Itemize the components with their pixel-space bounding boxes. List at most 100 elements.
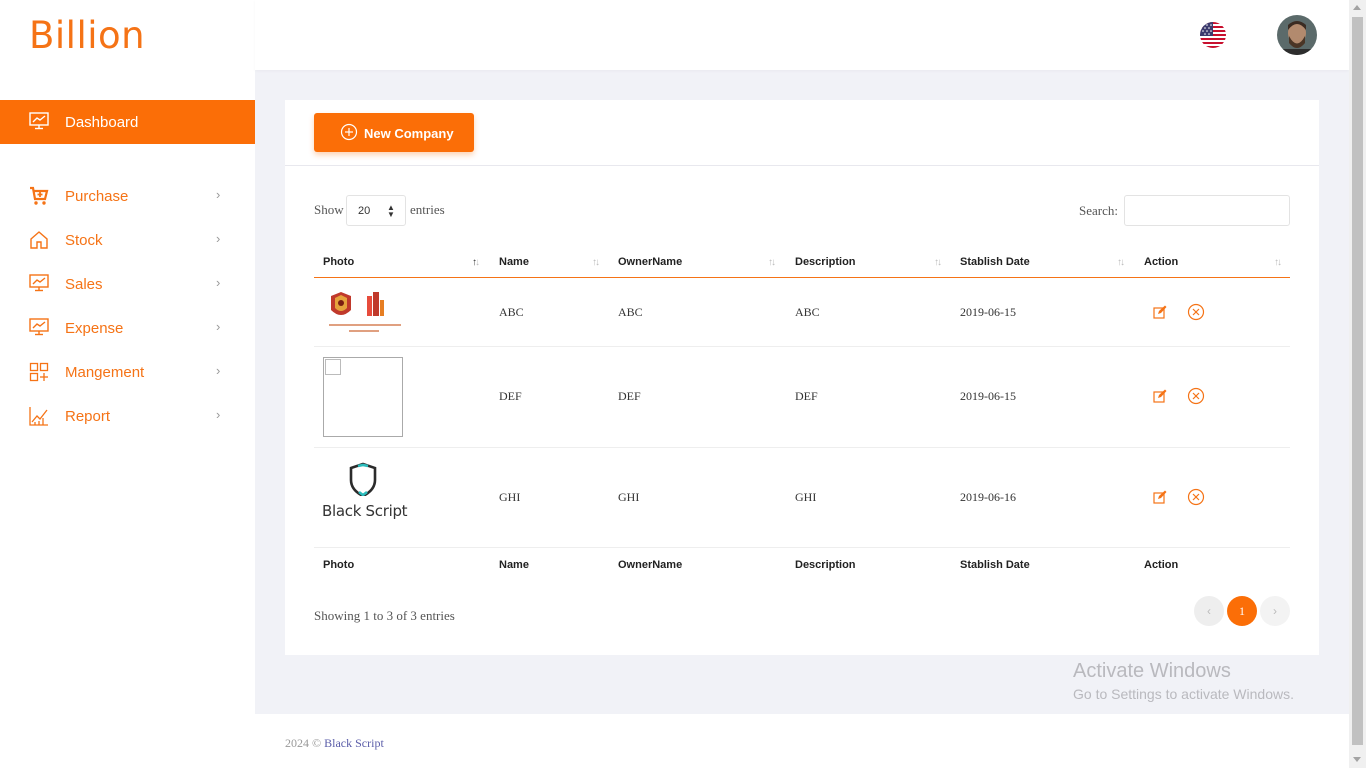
sidebar-item-label: Stock	[65, 232, 103, 249]
broken-image-icon	[323, 357, 403, 437]
chevron-right-icon: ›	[216, 231, 221, 246]
footer-link[interactable]: Black Script	[324, 736, 384, 750]
line-chart-icon	[29, 406, 49, 431]
table-info: Showing 1 to 3 of 3 entries	[314, 608, 455, 623]
cell-date: 2019-06-16	[960, 490, 1016, 504]
chart-monitor-icon	[29, 112, 49, 135]
sort-icon[interactable]: ↑↓	[768, 257, 776, 268]
cell-owner: GHI	[618, 490, 640, 504]
chart-monitor-icon	[29, 318, 49, 341]
sort-icon[interactable]: ↑↓	[472, 257, 480, 268]
cell-name: DEF	[499, 389, 522, 403]
black-script-logo: Black Script	[321, 462, 408, 522]
company-card: New Company Show 20 ▲ ▼ entries Search: P…	[285, 100, 1319, 655]
new-company-button[interactable]: New Company	[314, 113, 474, 152]
brand-logo[interactable]: Billion	[29, 14, 145, 57]
chart-monitor-icon	[29, 274, 49, 297]
edit-icon[interactable]	[1153, 389, 1167, 408]
delete-icon[interactable]	[1187, 387, 1205, 410]
cell-owner: DEF	[618, 389, 641, 403]
sidebar-item-label: Dashboard	[65, 114, 139, 131]
column-header-action[interactable]: Action	[1144, 256, 1178, 268]
cart-icon	[29, 186, 49, 211]
cell-name: GHI	[499, 490, 521, 504]
sidebar-item-label: Sales	[65, 276, 103, 293]
pagination-next-button[interactable]: ›	[1260, 596, 1290, 626]
topbar	[255, 0, 1349, 70]
edit-icon[interactable]	[1153, 490, 1167, 509]
column-header-ownername[interactable]: OwnerName	[618, 256, 682, 268]
edit-icon[interactable]	[1153, 305, 1167, 324]
cell-name: ABC	[499, 305, 524, 319]
pagination-prev-button[interactable]: ‹	[1194, 596, 1224, 626]
row-divider	[314, 447, 1290, 448]
column-footer-stablish-date: Stablish Date	[960, 559, 1030, 571]
us-flag-icon[interactable]	[1200, 22, 1226, 48]
cell-owner: ABC	[618, 305, 643, 319]
sidebar: Billion Dashboard Purchase › Stock › Sal…	[0, 0, 255, 768]
new-company-label: New Company	[364, 126, 454, 141]
scroll-up-arrow-icon[interactable]	[1353, 5, 1361, 10]
column-header-description[interactable]: Description	[795, 256, 856, 268]
chevron-right-icon: ›	[216, 407, 221, 422]
sidebar-item-label: Report	[65, 408, 111, 425]
vertical-scrollbar[interactable]	[1349, 0, 1366, 768]
column-footer-photo: Photo	[323, 559, 355, 571]
column-footer-description: Description	[795, 559, 856, 571]
page-size-select[interactable]: 20 ▲ ▼	[346, 195, 406, 226]
column-header-name[interactable]: Name	[499, 256, 529, 268]
sidebar-item-expense[interactable]: Expense ›	[0, 310, 255, 346]
grid-icon	[29, 362, 49, 387]
sidebar-item-report[interactable]: Report ›	[0, 398, 255, 434]
header-divider	[314, 277, 1290, 278]
column-header-photo[interactable]: Photo	[323, 256, 354, 268]
select-arrows-icon: ▲ ▼	[387, 203, 395, 219]
sidebar-item-label: Expense	[65, 320, 124, 337]
chevron-right-icon: ›	[216, 363, 221, 378]
sidebar-item-dashboard[interactable]: Dashboard	[0, 100, 255, 144]
sort-icon[interactable]: ↑↓	[1274, 257, 1282, 268]
chevron-right-icon: ›	[216, 319, 221, 334]
sidebar-item-mangement[interactable]: Mangement ›	[0, 354, 255, 390]
sidebar-item-label: Mangement	[65, 364, 145, 381]
cell-description: GHI	[795, 490, 817, 504]
row-divider	[314, 547, 1290, 548]
sort-icon[interactable]: ↑↓	[1117, 257, 1125, 268]
column-footer-name: Name	[499, 559, 529, 571]
column-header-stablish-date[interactable]: Stablish Date	[960, 256, 1030, 268]
activation-watermark-text: Go to Settings to activate Windows.	[1073, 686, 1294, 702]
delete-icon[interactable]	[1187, 488, 1205, 511]
row-divider	[314, 346, 1290, 347]
sidebar-item-stock[interactable]: Stock ›	[0, 222, 255, 258]
footer: 2024 © Black Script	[255, 714, 1349, 768]
company-logo-image	[327, 290, 403, 341]
logo-text: Black Script	[322, 502, 408, 520]
sidebar-item-sales[interactable]: Sales ›	[0, 266, 255, 302]
page-size-value: 20	[358, 205, 371, 217]
cell-description: DEF	[795, 389, 818, 403]
cell-date: 2019-06-15	[960, 389, 1016, 403]
column-footer-ownername: OwnerName	[618, 559, 683, 571]
sort-icon[interactable]: ↑↓	[592, 257, 600, 268]
scroll-down-arrow-icon[interactable]	[1353, 757, 1361, 762]
sort-icon[interactable]: ↑↓	[934, 257, 942, 268]
home-icon	[29, 230, 49, 255]
activation-watermark-title: Activate Windows	[1073, 660, 1231, 682]
sidebar-item-purchase[interactable]: Purchase ›	[0, 178, 255, 214]
card-header: New Company	[285, 100, 1319, 166]
copyright-year: 2024 ©	[285, 736, 322, 750]
pagination-page-button[interactable]: 1	[1227, 596, 1257, 626]
cell-date: 2019-06-15	[960, 305, 1016, 319]
delete-icon[interactable]	[1187, 303, 1205, 326]
show-label: Show	[314, 202, 344, 217]
chevron-right-icon: ›	[216, 187, 221, 202]
entries-label: entries	[410, 202, 445, 217]
scrollbar-thumb[interactable]	[1352, 17, 1363, 745]
search-input[interactable]	[1124, 195, 1290, 226]
sidebar-item-label: Purchase	[65, 188, 129, 205]
search-label: Search:	[1079, 203, 1118, 218]
user-avatar[interactable]	[1277, 15, 1317, 55]
plus-circle-icon	[340, 123, 358, 144]
copyright: 2024 © Black Script	[285, 736, 384, 751]
column-footer-action: Action	[1144, 559, 1179, 571]
